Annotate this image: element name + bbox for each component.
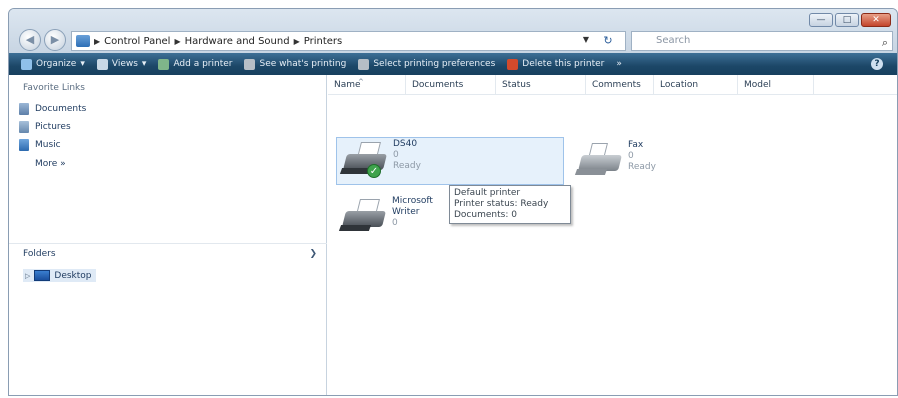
sidebar-item-label: Documents [35,104,87,114]
back-icon[interactable]: ◀ [19,29,41,51]
printer-name: Fax [628,140,644,150]
music-icon [19,139,29,151]
chevron-down-icon[interactable]: ❯ [309,249,317,259]
expand-arrow-icon[interactable]: ▷ [25,272,30,280]
tree-item-label: Desktop [54,270,92,281]
favorite-links-heading: Favorite Links [23,83,85,93]
tooltip-line-default: Default printer [454,188,521,198]
see-printing-button[interactable]: See what's printing [244,58,347,70]
navigation-buttons: ◀ ▶ [19,29,66,51]
address-dropdown-icon[interactable]: ▼ [583,35,589,44]
printer-documents: 0 [628,151,634,161]
caption-buttons: — □ ✕ [809,13,891,27]
sort-caret-icon: ^ [358,78,364,86]
sidebar-item-music[interactable]: Music [19,139,61,151]
sidebar-item-pictures[interactable]: Pictures [19,121,71,133]
folders-label: Folders [23,248,56,259]
search-input[interactable]: Search ⌕ [631,31,893,51]
organize-button[interactable]: Organize ▾ [21,58,85,70]
views-label: Views [111,59,138,69]
search-placeholder: Search [656,35,691,46]
title-bar: — □ ✕ ◀ ▶ ▶ Control Panel ▶ Hardware and… [9,9,897,53]
pictures-icon [19,121,29,133]
search-icon[interactable]: ⌕ [882,34,888,52]
chevron-down-icon: ▾ [141,59,147,69]
select-preferences-label: Select printing preferences [373,59,496,69]
printer-name: Microsoft [392,196,433,206]
add-printer-label: Add a printer [173,59,233,69]
organize-label: Organize [36,59,77,69]
breadcrumb-control-panel[interactable]: Control Panel [104,36,170,47]
command-bar: Organize ▾ Views ▾ Add a printer See wha… [9,53,897,75]
printer-details: Microsoft Writer 0 [392,195,433,241]
overflow-label: » [616,59,622,69]
column-header-name[interactable]: ^ Name [328,75,406,94]
printer-icon [244,58,256,70]
delete-icon [507,58,519,70]
refresh-icon[interactable]: ↻ [595,33,621,49]
desktop-icon [34,270,51,281]
breadcrumb-separator: ▶ [174,36,181,46]
column-header-model[interactable]: Model [738,75,814,94]
sidebar-item-label: Music [35,140,61,150]
close-icon[interactable]: ✕ [861,13,891,27]
printer-item-ds40[interactable]: ✓ DS40 0 Ready [336,137,564,185]
column-header-comments[interactable]: Comments [586,75,654,94]
maximize-icon[interactable]: □ [835,13,859,27]
views-icon [96,58,108,70]
preferences-icon [358,58,370,70]
organize-icon [21,58,32,70]
forward-icon[interactable]: ▶ [44,29,66,51]
sidebar-item-documents[interactable]: Documents [19,103,86,115]
folders-header[interactable]: Folders ❯ [9,243,327,263]
delete-printer-label: Delete this printer [522,59,605,69]
help-icon[interactable]: ? [871,58,883,70]
breadcrumb-printers[interactable]: Printers [304,36,342,47]
printer-item-fax[interactable]: Fax 0 Ready [572,139,692,185]
control-panel-icon [76,35,90,47]
fax-icon [572,139,624,179]
explorer-window: — □ ✕ ◀ ▶ ▶ Control Panel ▶ Hardware and… [8,8,898,396]
printer-details: Fax 0 Ready [628,139,656,185]
tooltip-line-status: Printer status: Ready [454,199,549,209]
tree-item-desktop[interactable]: ▷ Desktop [23,269,96,282]
printer-name: DS40 [393,139,418,149]
printer-icon: ✓ [337,138,389,178]
column-header-location[interactable]: Location [654,75,738,94]
breadcrumb-separator: ▶ [293,36,300,46]
column-headers: ^ Name Documents Status Comments Locatio… [328,75,897,95]
printer-status: Ready [628,162,656,172]
select-preferences-button[interactable]: Select printing preferences [358,58,496,70]
printer-icon [336,195,388,235]
printer-tooltip: Default printer Printer status: Ready Do… [449,185,571,224]
sidebar-item-label: Pictures [35,122,71,132]
printer-documents: 0 [392,218,398,228]
printer-name-line2: Writer [392,207,420,217]
breadcrumb-hardware-and-sound[interactable]: Hardware and Sound [185,36,290,47]
overflow-button[interactable]: » [616,59,622,69]
see-printing-label: See what's printing [259,59,347,69]
column-header-documents[interactable]: Documents [406,75,496,94]
chevron-down-icon: ▾ [80,59,85,69]
file-list: ^ Name Documents Status Comments Locatio… [328,75,897,395]
more-links-button[interactable]: More » [35,159,66,169]
tooltip-line-documents: Documents: 0 [454,210,517,220]
printer-status: Ready [393,161,421,171]
documents-icon [19,103,29,115]
printer-documents: 0 [393,150,399,160]
minimize-icon[interactable]: — [809,13,833,27]
delete-printer-button[interactable]: Delete this printer [507,58,605,70]
views-button[interactable]: Views ▾ [96,58,147,70]
printer-details: DS40 0 Ready [393,138,421,184]
add-printer-icon [158,58,170,70]
breadcrumb-separator: ▶ [94,36,101,46]
more-links-label: More » [35,159,66,169]
add-printer-button[interactable]: Add a printer [158,58,233,70]
printer-item-microsoft-writer[interactable]: Microsoft Writer 0 [336,195,456,241]
column-header-status[interactable]: Status [496,75,586,94]
navigation-pane: Favorite Links Documents Pictures Music … [9,75,327,395]
address-bar[interactable]: ▶ Control Panel ▶ Hardware and Sound ▶ P… [71,31,626,51]
default-printer-check-icon: ✓ [367,164,381,178]
